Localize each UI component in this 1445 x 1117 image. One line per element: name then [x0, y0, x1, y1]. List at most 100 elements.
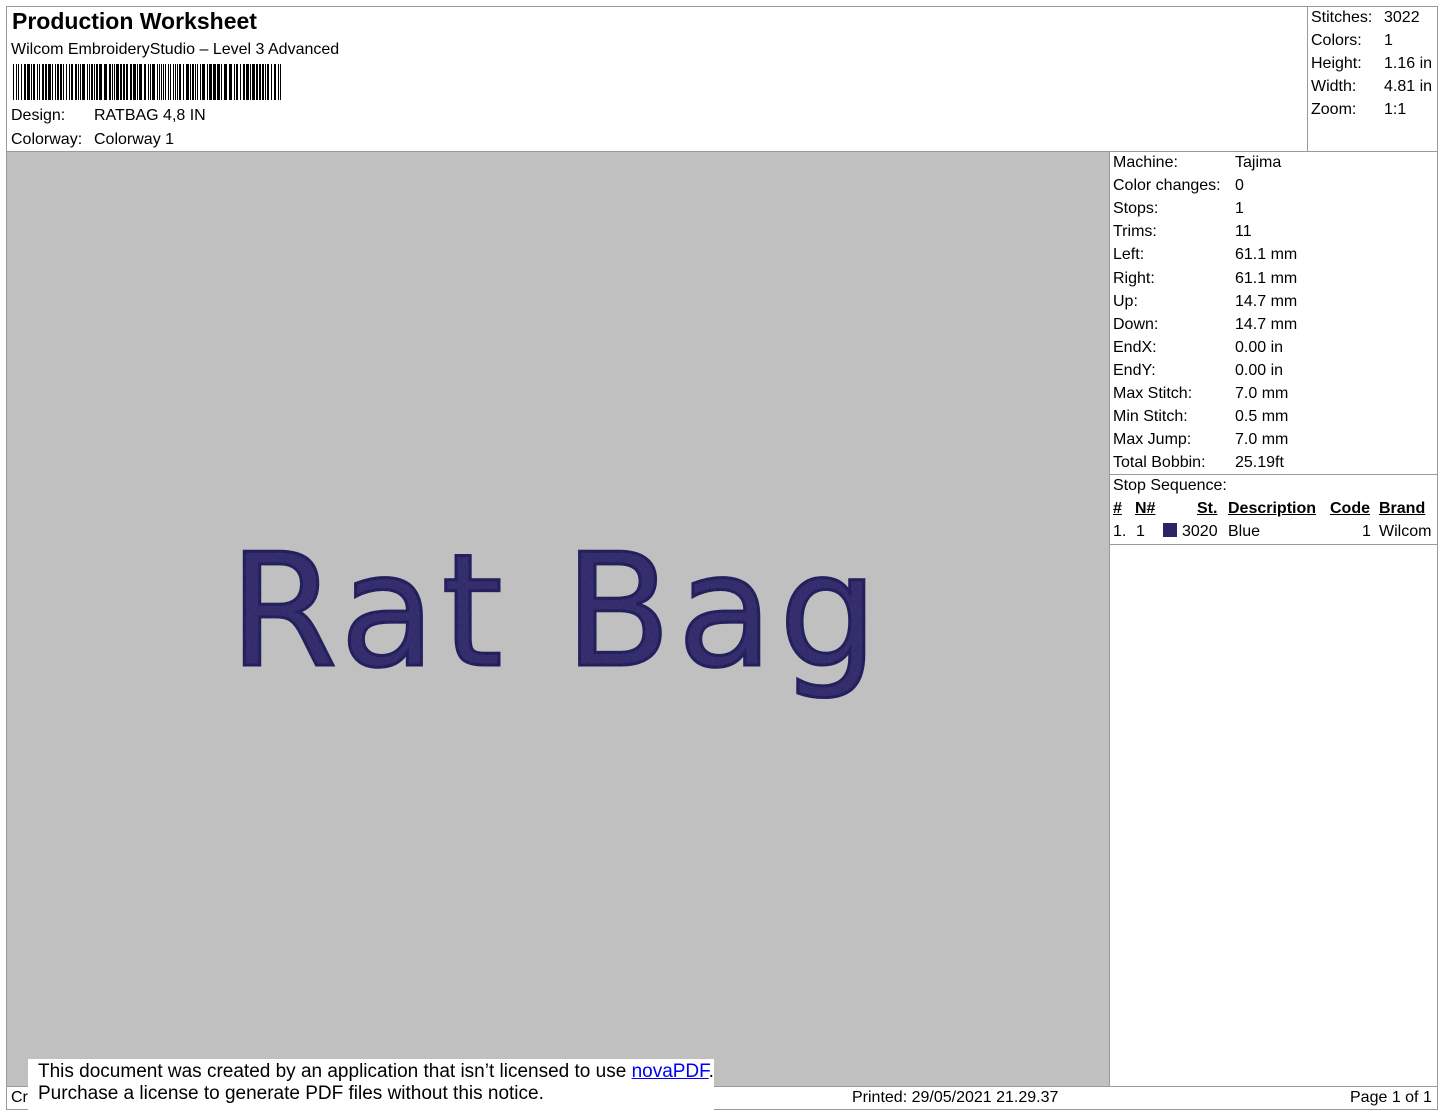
- barcode-bar: [48, 64, 51, 100]
- barcode-bar: [236, 64, 238, 100]
- barcode-bar: [139, 64, 142, 100]
- barcode-bar: [112, 64, 113, 100]
- barcode-bar: [123, 64, 125, 100]
- barcode-bar: [267, 64, 269, 100]
- barcode-bar: [71, 64, 73, 100]
- barcode-bar: [37, 64, 38, 100]
- machine-info-label: Max Jump:: [1113, 431, 1192, 449]
- summary-divider: [1307, 6, 1308, 152]
- row-stitches: 3020: [1182, 523, 1218, 540]
- barcode-bar: [262, 64, 264, 100]
- barcode-bar: [150, 64, 151, 100]
- barcode-bar: [31, 64, 32, 100]
- machine-info-divider: [1109, 474, 1438, 475]
- machine-info-value: 7.0 mm: [1235, 385, 1289, 402]
- barcode-bar: [209, 64, 212, 100]
- column-needle: N#: [1135, 500, 1156, 517]
- barcode-bar: [202, 64, 205, 100]
- barcode-bar: [69, 64, 70, 100]
- machine-info-label: Up:: [1113, 292, 1138, 310]
- license-notice: This document was created by an applicat…: [28, 1059, 714, 1111]
- barcode-bar: [21, 64, 22, 100]
- column-index: #: [1113, 500, 1122, 517]
- barcode-bar: [200, 64, 201, 100]
- barcode-bar: [99, 64, 102, 100]
- page-title: Production Worksheet: [12, 8, 257, 34]
- barcode-bar: [114, 64, 115, 100]
- barcode-bar: [133, 64, 136, 100]
- barcode-bar: [165, 64, 166, 100]
- barcode-bar: [126, 64, 128, 100]
- barcode-bar: [175, 64, 176, 100]
- barcode-bar: [120, 64, 122, 100]
- row-index: 1.: [1113, 523, 1127, 540]
- barcode-bar: [109, 64, 111, 100]
- design-value: RATBAG 4,8 IN: [94, 107, 206, 124]
- machine-info-label: Color changes:: [1113, 177, 1221, 195]
- barcode-bar: [159, 64, 160, 100]
- barcode-bar: [250, 64, 251, 100]
- stop-sequence-title: Stop Sequence:: [1113, 477, 1227, 494]
- barcode-bar: [144, 64, 146, 100]
- notice-line-2: Purchase a license to generate PDF files…: [38, 1083, 544, 1104]
- barcode-bar: [148, 64, 149, 100]
- canvas-divider: [1109, 151, 1110, 1087]
- machine-info-label: Trims:: [1113, 223, 1157, 241]
- barcode-bar: [265, 64, 266, 100]
- barcode-bar: [161, 64, 162, 100]
- machine-info-label: Left:: [1113, 246, 1145, 264]
- barcode-bar: [63, 64, 64, 100]
- barcode-bar: [179, 64, 181, 100]
- printed-timestamp: Printed: 29/05/2021 21.29.37: [852, 1089, 1059, 1106]
- stitches-label: Stitches:: [1311, 9, 1373, 26]
- machine-info-value: 61.1 mm: [1235, 246, 1298, 264]
- barcode-bar: [259, 64, 261, 100]
- height-value: 1.16 in: [1384, 55, 1433, 72]
- column-code: Code: [1330, 500, 1370, 517]
- barcode-bar: [52, 64, 53, 100]
- barcode-bar: [278, 64, 279, 100]
- barcode-bar: [197, 64, 198, 100]
- design-preview: Rat Bag: [7, 152, 1109, 1086]
- novapdf-link[interactable]: novaPDF: [632, 1061, 709, 1082]
- page-number: Page 1 of 1: [1350, 1089, 1432, 1106]
- barcode-bar: [234, 64, 235, 100]
- barcode-bar: [13, 64, 14, 100]
- machine-info-value: 11: [1235, 223, 1252, 241]
- stitches-value: 3022: [1384, 9, 1420, 26]
- machine-info-label: Right:: [1113, 269, 1155, 287]
- barcode-bar: [224, 64, 227, 100]
- barcode-bar: [246, 64, 249, 100]
- barcode: [13, 64, 281, 100]
- barcode-bar: [168, 64, 169, 100]
- machine-info-value: 1: [1235, 200, 1244, 218]
- barcode-bar: [33, 64, 35, 100]
- barcode-bar: [256, 64, 258, 100]
- barcode-bar: [18, 64, 19, 100]
- barcode-bar: [94, 64, 95, 100]
- machine-info-value: 0.5 mm: [1235, 408, 1289, 426]
- design-preview-svg: Rat Bag: [228, 519, 884, 704]
- embroidery-text: Rat Bag: [229, 520, 884, 702]
- colorway-label: Colorway:: [11, 131, 83, 148]
- notice-line-1: This document was created by an applicat…: [38, 1061, 714, 1083]
- machine-info-label: EndX:: [1113, 338, 1157, 356]
- barcode-bar: [116, 64, 119, 100]
- barcode-bar: [24, 64, 26, 100]
- barcode-bar: [240, 64, 241, 100]
- barcode-bar: [252, 64, 255, 100]
- barcode-bar: [96, 64, 98, 100]
- column-description: Description: [1228, 500, 1317, 517]
- barcode-bar: [192, 64, 194, 100]
- barcode-bar: [152, 64, 155, 100]
- machine-info-label: Min Stitch:: [1113, 408, 1188, 426]
- machine-info-value: 0: [1235, 177, 1244, 195]
- barcode-bar: [173, 64, 174, 100]
- machine-info-label: EndY:: [1113, 361, 1156, 379]
- machine-info-value: 14.7 mm: [1235, 315, 1298, 333]
- barcode-bar: [186, 64, 189, 100]
- barcode-bar: [243, 64, 245, 100]
- machine-info-label: Down:: [1113, 315, 1159, 333]
- barcode-bar: [82, 64, 85, 100]
- machine-info-value: 0.00 in: [1235, 361, 1284, 379]
